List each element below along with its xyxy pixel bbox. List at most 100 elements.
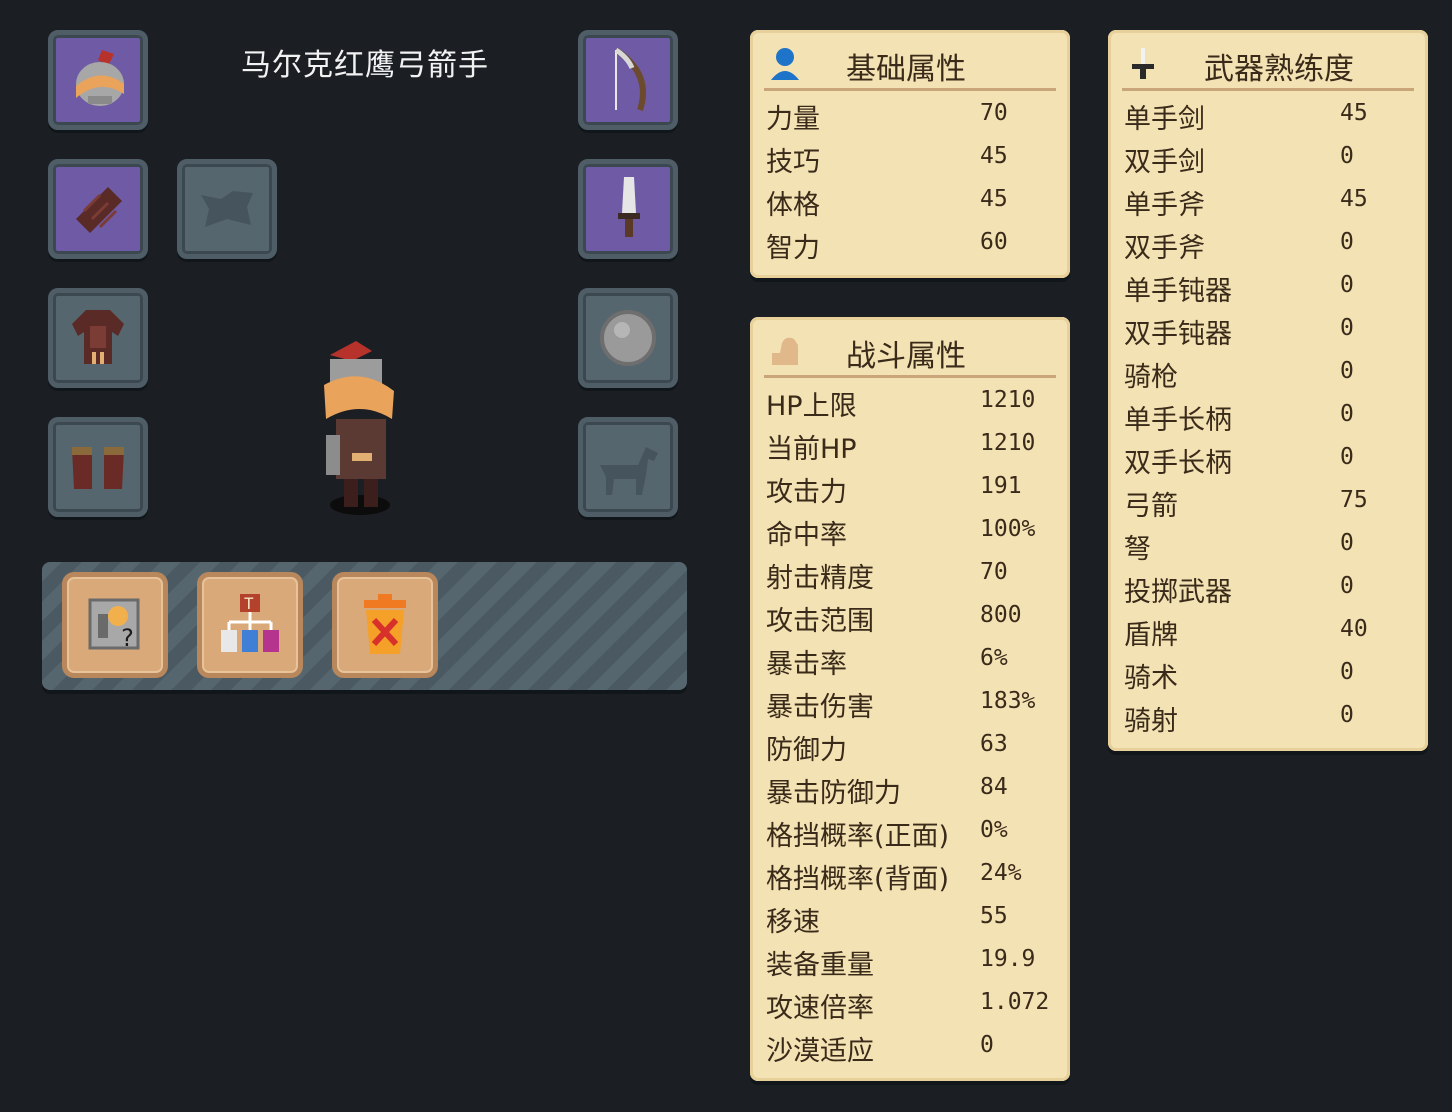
stat-label: 单手钝器 xyxy=(1124,276,1232,307)
stat-label: 射击精度 xyxy=(766,563,874,594)
mount-slot[interactable] xyxy=(578,417,678,517)
stat-label: 双手钝器 xyxy=(1124,319,1232,350)
weapon-proficiency-title: 武器熟练度 xyxy=(1204,52,1354,87)
svg-text:?: ? xyxy=(120,624,134,652)
stat-row: 装备重量 19.9 xyxy=(766,940,1060,983)
stat-row: 攻击范围 800 xyxy=(766,596,1060,639)
stat-value: 191 xyxy=(980,473,1022,499)
boots-slot[interactable] xyxy=(48,417,148,517)
gloves-slot[interactable] xyxy=(48,159,148,259)
stat-row: 暴击率 6% xyxy=(766,639,1060,682)
stat-row: 智力 60 xyxy=(766,223,1060,266)
stat-row: 弓箭 75 xyxy=(1124,481,1418,524)
stat-label: 投掷武器 xyxy=(1124,577,1232,608)
stat-row: 命中率 100% xyxy=(766,510,1060,553)
weapon-proficiency-panel: 武器熟练度 单手剑 45 双手剑 0 单手斧 45 双手斧 0 单手钝器 0 双手钝器 0 … xyxy=(1108,30,1428,751)
stat-value: 100% xyxy=(980,516,1036,542)
stat-label: 骑射 xyxy=(1124,706,1178,737)
stat-label: 当前HP xyxy=(766,434,857,465)
stat-label: 单手剑 xyxy=(1124,104,1205,135)
dismiss-trash-icon xyxy=(364,594,406,654)
upgrade-tree-button[interactable]: T xyxy=(197,572,303,678)
stat-label: HP上限 xyxy=(766,391,857,422)
stat-value: 0 xyxy=(1340,315,1354,341)
stat-value: 0 xyxy=(1340,143,1354,169)
gloves-icon xyxy=(76,187,122,233)
stat-row: 体格 45 xyxy=(766,180,1060,223)
stat-value: 45 xyxy=(1340,100,1368,126)
stat-label: 力量 xyxy=(766,104,820,135)
stat-label: 弓箭 xyxy=(1124,491,1178,522)
stat-label: 技巧 xyxy=(766,147,820,178)
stat-row: 双手剑 0 xyxy=(1124,137,1418,180)
helmet-icon xyxy=(76,50,124,106)
upgrade-tree-icon: T xyxy=(221,594,279,652)
stat-value: 1210 xyxy=(980,430,1036,456)
stat-row: 盾牌 40 xyxy=(1124,610,1418,653)
stat-row: 暴击防御力 84 xyxy=(766,768,1060,811)
stat-value: 24% xyxy=(980,860,1022,886)
stat-label: 暴击率 xyxy=(766,649,847,680)
stat-value: 0 xyxy=(1340,573,1354,599)
stat-row: 单手斧 45 xyxy=(1124,180,1418,223)
stat-value: 70 xyxy=(980,559,1008,585)
stat-row: 力量 70 xyxy=(766,94,1060,137)
stat-row: 射击精度 70 xyxy=(766,553,1060,596)
stat-row: 单手长柄 0 xyxy=(1124,395,1418,438)
stat-label: 骑枪 xyxy=(1124,362,1178,393)
stat-label: 移速 xyxy=(766,907,820,938)
stat-row: 投掷武器 0 xyxy=(1124,567,1418,610)
stat-value: 0 xyxy=(1340,530,1354,556)
stat-row: 骑枪 0 xyxy=(1124,352,1418,395)
dagger-icon xyxy=(618,177,640,237)
sword-icon xyxy=(1132,48,1154,79)
armor-icon xyxy=(72,310,124,364)
stat-row: 攻击力 191 xyxy=(766,467,1060,510)
armor-slot[interactable] xyxy=(48,288,148,388)
stat-value: 0 xyxy=(980,1032,994,1058)
shield-slot[interactable] xyxy=(578,288,678,388)
basic-stats-title: 基础属性 xyxy=(846,52,966,87)
dagger-slot[interactable] xyxy=(578,159,678,259)
unit-info-button[interactable]: ? xyxy=(62,572,168,678)
stat-value: 1210 xyxy=(980,387,1036,413)
stat-label: 装备重量 xyxy=(766,950,874,981)
stat-label: 格挡概率(正面) xyxy=(766,821,950,852)
stat-row: 格挡概率(正面) 0% xyxy=(766,811,1060,854)
stat-value: 75 xyxy=(1340,487,1368,513)
stat-label: 双手斧 xyxy=(1124,233,1205,264)
dismiss-button[interactable] xyxy=(332,572,438,678)
stat-value: 40 xyxy=(1340,616,1368,642)
basic-stats-panel: 基础属性 力量 70 技巧 45 体格 45 智力 60 xyxy=(750,30,1070,278)
stat-row: 双手长柄 0 xyxy=(1124,438,1418,481)
combat-stats-title: 战斗属性 xyxy=(846,339,966,374)
stat-row: HP上限 1210 xyxy=(766,381,1060,424)
stat-label: 攻击力 xyxy=(766,477,847,508)
stat-label: 暴击防御力 xyxy=(766,778,901,809)
stat-label: 双手剑 xyxy=(1124,147,1205,178)
basic-stats-rows: 力量 70 技巧 45 体格 45 智力 60 xyxy=(766,94,1060,266)
stat-label: 双手长柄 xyxy=(1124,448,1232,479)
stat-value: 45 xyxy=(1340,186,1368,212)
stat-value: 0 xyxy=(1340,659,1354,685)
stat-row: 当前HP 1210 xyxy=(766,424,1060,467)
stat-value: 0 xyxy=(1340,272,1354,298)
bow-slot[interactable] xyxy=(578,30,678,130)
stat-label: 防御力 xyxy=(766,735,847,766)
stat-value: 0 xyxy=(1340,702,1354,728)
stat-value: 800 xyxy=(980,602,1022,628)
stat-value: 0 xyxy=(1340,358,1354,384)
bow-icon xyxy=(614,47,646,111)
stat-row: 移速 55 xyxy=(766,897,1060,940)
stat-value: 45 xyxy=(980,143,1008,169)
stat-row: 单手剑 45 xyxy=(1124,94,1418,137)
stat-label: 体格 xyxy=(766,190,820,221)
character-sprite xyxy=(324,341,394,515)
stat-value: 0% xyxy=(980,817,1008,843)
cape-slot[interactable] xyxy=(177,159,277,259)
stat-label: 智力 xyxy=(766,233,820,264)
helmet-slot[interactable] xyxy=(48,30,148,130)
combat-stats-panel: 战斗属性 HP上限 1210 当前HP 1210 攻击力 191 命中率 100% 射击… xyxy=(750,317,1070,1081)
stat-label: 单手长柄 xyxy=(1124,405,1232,436)
stat-value: 55 xyxy=(980,903,1008,929)
